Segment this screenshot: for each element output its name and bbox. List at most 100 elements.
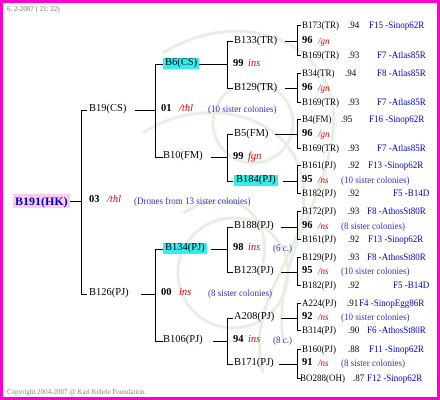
gen4-code: F5 -B14D [393,280,430,290]
node-A208-note: (10 sister colonies) [341,312,410,322]
gen4-id[interactable]: B182(PJ) [302,189,336,198]
gen4-code: F8 -AthosSt80R [367,252,426,262]
gen4-code: F16 -Sinop62R [369,114,425,124]
pedigree-frame: 6. 2-2007 ( 21: 22) Copyright 2004-2007 … [0,0,440,400]
node-B106-label: ins [248,334,261,345]
node-B171-note: (8 sister colonies) [341,358,405,368]
gen4-value: .92 [348,234,360,244]
node-B6[interactable]: B6(CS) [163,57,200,69]
node-B10-label: fgn [248,151,262,162]
gen4-value: .88 [348,344,360,354]
node-B188[interactable]: B188(PJ) [234,220,274,232]
node-B184-year: 95 [302,174,313,185]
node-B171-label: /ns [318,358,329,368]
node-B134-year: 98 [233,242,244,253]
node-B188-label: /ns [318,221,329,231]
gen4-code: F6 -AthosSt80R [367,325,426,335]
node-B123-label: /ns [318,266,329,276]
root-queen-id[interactable]: B191(HK) [13,194,70,208]
node-B133-label: /gn [318,36,330,46]
node-B6-year: 99 [233,58,244,69]
node-B106[interactable]: B106(PJ) [163,334,203,346]
gen4-value: .93 [348,206,360,216]
gen4-code: F5 -B14D [393,188,430,198]
node-A208-year: 92 [302,311,313,322]
node-B184[interactable]: B184(PJ) [234,174,278,186]
root-year: 03 [89,194,100,205]
node-B5-year: 96 [302,128,313,139]
node-B133-year: 96 [302,35,313,46]
gen4-code: F7 -Atlas85R [377,50,426,60]
node-B19-year: 01 [161,103,172,114]
gen4-id[interactable]: B161(PJ) [302,161,336,170]
node-B10-year: 99 [233,151,244,162]
root-drone-note: (Drones from 13 sister colonies) [134,196,251,206]
node-B106-note: (8 c.) [273,335,292,345]
node-B129TR[interactable]: B129(TR) [234,82,277,94]
node-A208-label: /ns [318,312,329,322]
gen4-value: .92 [348,188,360,198]
gen4-id[interactable]: B182(PJ) [302,281,336,290]
gen4-code: F13 -Sinop62R [368,160,424,170]
gen4-id[interactable]: B172(PJ) [302,207,336,216]
node-B171-year: 91 [302,357,313,368]
node-B123-note: (10 sister colonies) [341,266,410,276]
gen4-code: F4 -SinopEgg86R [359,298,425,308]
node-B19-label: /thl [179,103,194,114]
node-B126-year: 00 [161,287,172,298]
node-B19-note: (10 sister colonies) [208,104,277,114]
gen4-id[interactable]: B169(TR) [302,51,339,60]
node-A208[interactable]: A208(PJ) [234,311,274,323]
node-B134[interactable]: B134(PJ) [163,242,207,254]
node-B10[interactable]: B10(FM) [163,150,203,162]
gen4-id[interactable]: A224(PJ) [302,299,337,308]
root-line-label: /thl [107,194,122,205]
node-B6-label: ins [248,58,261,69]
node-B5-label: /gn [318,129,330,139]
gen4-value: .93 [348,143,360,153]
node-B126-label: ins [179,287,192,298]
gen4-code: F11 -Sinop62R [369,344,424,354]
gen4-code: F13 -Sinop62R [368,234,424,244]
node-B171[interactable]: B171(PJ) [234,357,274,369]
gen4-id[interactable]: BO288(OH) [300,374,345,383]
node-B5[interactable]: B5(FM) [234,128,268,140]
gen4-id[interactable]: B169(TR) [302,144,339,153]
gen4-id[interactable]: B34(TR) [302,69,335,78]
gen4-value: .94 [348,20,360,30]
gen4-id[interactable]: B4(FM) [302,115,332,124]
gen4-value: .95 [341,114,353,124]
node-B188-year: 96 [302,220,313,231]
node-B134-note: (6 c.) [273,243,292,253]
gen4-value: .92 [348,280,360,290]
node-B129TR-year: 96 [302,82,313,93]
gen4-id[interactable]: B314(PJ) [302,326,336,335]
gen4-code: F12 -Sinop62R [367,373,423,383]
node-B134-label: ins [248,242,261,253]
node-B133[interactable]: B133(TR) [234,35,277,47]
gen4-value: .92 [348,160,360,170]
gen4-id[interactable]: B173(TR) [302,21,339,30]
node-B126-note: (8 sister colonies) [208,288,272,298]
gen4-value: .93 [348,97,360,107]
gen4-value: .91 [347,298,359,308]
node-B19[interactable]: B19(CS) [89,103,126,115]
gen4-value: .93 [348,252,360,262]
gen4-id[interactable]: B160(PJ) [302,345,336,354]
gen4-code: F7 -Atlas85R [377,143,426,153]
gen4-code: F15 -Sinop62R [369,20,425,30]
node-B106-year: 94 [233,334,244,345]
gen4-value: .93 [348,50,360,60]
node-B129TR-label: /gn [318,83,330,93]
node-B123[interactable]: B123(PJ) [234,265,274,277]
node-B184-note: (10 sister colonies) [341,175,410,185]
node-B126[interactable]: B126(PJ) [89,287,129,299]
gen4-code: F8 -Atlas85R [377,68,426,78]
node-B188-note: (8 sister colonies) [341,221,405,231]
gen4-id[interactable]: B161(PJ) [302,235,336,244]
gen4-id[interactable]: B129(PJ) [302,253,336,262]
gen4-id[interactable]: B169(TR) [302,98,339,107]
copyright: Copyright 2004-2007 @ Karl Kehrle Founda… [7,388,147,396]
gen4-value: .90 [348,325,360,335]
gen4-value: .87 [353,373,365,383]
